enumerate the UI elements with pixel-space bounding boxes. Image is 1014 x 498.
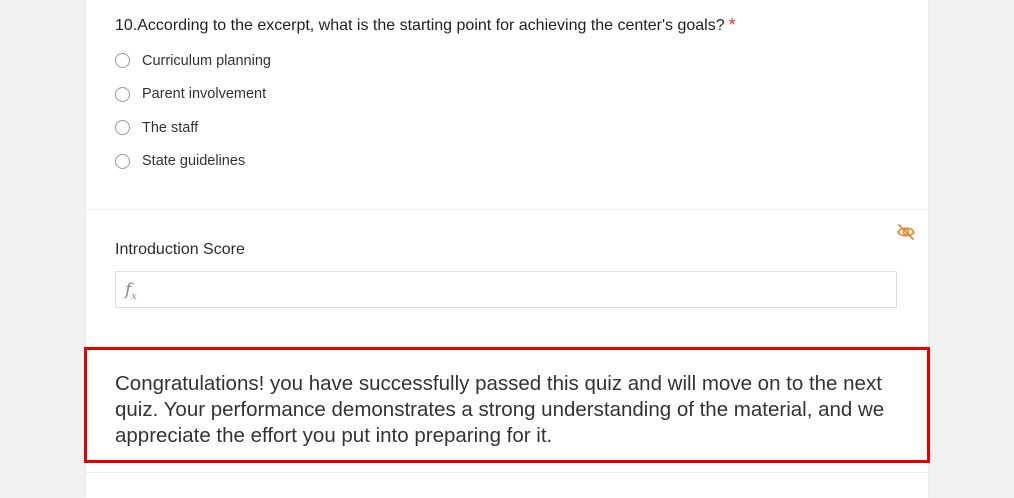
divider [86, 472, 928, 473]
formula-input[interactable]: fx [115, 271, 897, 308]
option-label: Curriculum planning [142, 52, 271, 69]
page: 10.According to the excerpt, what is the… [0, 0, 1014, 498]
question-text: 10.According to the excerpt, what is the… [115, 17, 725, 34]
option-label: State guidelines [142, 153, 246, 170]
option-label: The staff [142, 119, 199, 136]
form-card: 10.According to the excerpt, what is the… [84, 0, 930, 498]
question-title: 10.According to the excerpt, what is the… [115, 14, 736, 35]
answer-options: Curriculum planning Parent involvement T… [115, 44, 271, 178]
eye-off-icon[interactable] [896, 222, 916, 242]
congratulations-message: Congratulations! you have successfully p… [84, 347, 930, 463]
score-label: Introduction Score [115, 241, 245, 258]
radio-button[interactable] [115, 153, 130, 169]
radio-button[interactable] [115, 86, 130, 102]
fx-icon: fx [125, 280, 137, 303]
question-block: 10.According to the excerpt, what is the… [86, 0, 928, 210]
message-text: Congratulations! you have successfully p… [115, 372, 885, 447]
required-marker: * [728, 15, 736, 35]
option-parent-involvement[interactable]: Parent involvement [115, 78, 271, 112]
option-label: Parent involvement [142, 86, 267, 103]
score-block: Introduction Score fx [86, 210, 928, 338]
radio-button[interactable] [115, 53, 130, 69]
option-the-staff[interactable]: The staff [115, 111, 271, 145]
option-curriculum-planning[interactable]: Curriculum planning [115, 44, 271, 78]
radio-button[interactable] [115, 120, 130, 136]
option-state-guidelines[interactable]: State guidelines [115, 145, 271, 179]
